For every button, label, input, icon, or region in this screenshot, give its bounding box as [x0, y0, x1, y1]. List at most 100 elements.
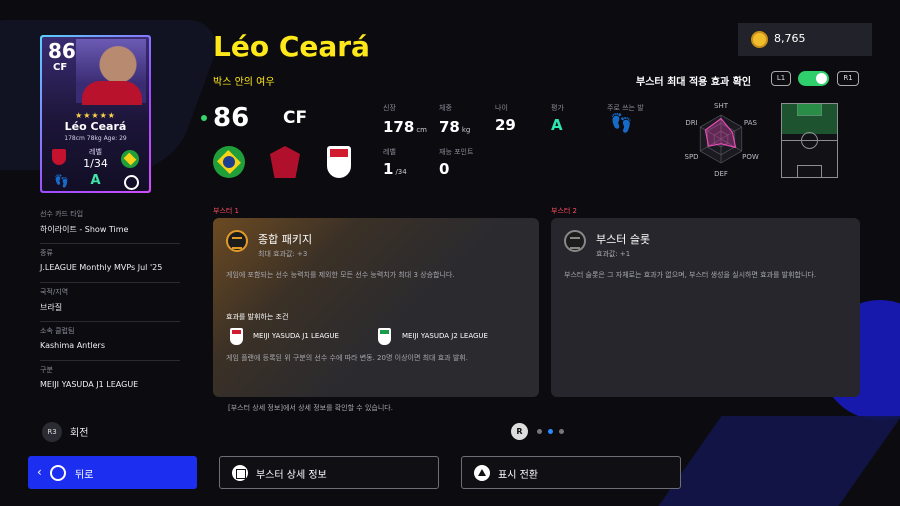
info-value: 브라질 — [40, 303, 63, 312]
league-logo-icon — [327, 146, 351, 178]
info-value: 하이라이트 - Show Time — [40, 225, 129, 234]
r3-button[interactable]: R3 — [42, 422, 62, 442]
info-club: 소속 클럽팀 Kashima Antlers — [40, 322, 180, 361]
player-shirt — [82, 81, 142, 105]
info-label: 소속 클럽팀 — [40, 327, 75, 335]
info-value: Kashima Antlers — [40, 341, 105, 350]
footnote: [부스터 상세 정보]에서 상세 정보를 확인할 수 있습니다. — [228, 404, 393, 412]
main-position: CF — [283, 108, 308, 128]
info-label: 종류 — [40, 249, 53, 257]
booster-package-icon — [226, 230, 248, 252]
condition-league-2: MEIJI YASUDA J2 LEAGUE — [402, 332, 488, 340]
skill-points-label: 재능 포인트 — [439, 148, 474, 156]
card-position: CF — [53, 62, 68, 73]
weight-unit: kg — [461, 126, 471, 134]
booster2-header: 부스터 2 — [551, 207, 577, 215]
circle-button-icon — [50, 465, 66, 481]
grade-label: 평가 — [551, 104, 564, 112]
rotate-label[interactable]: 회전 — [70, 424, 88, 439]
square-button-icon — [232, 465, 248, 481]
condition-title: 효과를 발휘하는 조건 — [226, 313, 289, 321]
booster2-description: 부스터 슬롯은 그 자체로는 효과가 없으며, 부스터 생성을 실시하면 효과를… — [564, 271, 817, 279]
booster1-panel[interactable]: 종합 패키지 최대 효과값: +3 게임에 포함되는 선수 능력치를 제외한 모… — [213, 218, 539, 397]
foot-icon: 👣 — [610, 113, 633, 134]
toggle-view-label: 표시 전환 — [498, 470, 538, 481]
toggle-view-button[interactable]: 표시 전환 — [461, 456, 681, 489]
page-dot[interactable] — [537, 429, 542, 434]
coin-balance: 8,765 — [738, 23, 872, 56]
level-value: 1/34 — [383, 160, 407, 178]
club-crest-icon — [270, 146, 300, 178]
info-nationality: 국적/지역 브라질 — [40, 283, 180, 322]
back-label: 뒤로 — [75, 470, 94, 481]
info-value: J.LEAGUE Monthly MVPs Jul '25 — [40, 263, 163, 272]
j1-league-icon — [230, 328, 243, 345]
info-value: MEIJI YASUDA J1 LEAGUE — [40, 380, 139, 389]
booster2-effect: 효과값: +1 — [596, 250, 631, 258]
booster2-panel[interactable]: 부스터 슬롯 효과값: +1 부스터 슬롯은 그 자체로는 효과가 없으며, 부… — [551, 218, 860, 397]
booster1-header: 부스터 1 — [213, 207, 239, 215]
chevron-left-icon: ‹ — [37, 465, 42, 479]
nation-flag-icon — [121, 150, 139, 168]
radar-label-spd: SPD — [685, 153, 699, 161]
level-max: /34 — [395, 168, 407, 176]
card-meta: 178cm 78kg Age: 29 — [64, 135, 127, 142]
booster1-effect: 최대 효과값: +3 — [258, 250, 308, 258]
l1-button[interactable]: L1 — [771, 71, 791, 86]
coin-icon — [751, 31, 768, 48]
height-label: 신장 — [383, 104, 396, 112]
boost-max-toggle[interactable] — [798, 71, 829, 86]
booster1-description: 게임에 포함되는 선수 능력치를 제외한 모든 선수 능력치가 최대 3 상승합… — [226, 271, 455, 279]
pitch-penalty-box — [797, 165, 822, 177]
card-rating: 86 — [48, 39, 76, 63]
height-number: 178 — [383, 118, 415, 136]
position-pitch-map — [781, 103, 838, 178]
weight-number: 78 — [439, 118, 460, 136]
radar-label-dri: DRI — [685, 119, 697, 127]
height-value: 178 cm — [383, 118, 427, 136]
radar-label-pow: POW — [742, 153, 759, 161]
condition-league-1: MEIJI YASUDA J1 LEAGUE — [253, 332, 339, 340]
age-value: 29 — [495, 116, 516, 134]
radar-label-sht: SHT — [714, 102, 729, 110]
info-series: 종류 J.LEAGUE Monthly MVPs Jul '25 — [40, 244, 180, 283]
info-label: 구분 — [40, 366, 53, 374]
coin-value: 8,765 — [774, 32, 806, 45]
page-dot[interactable] — [559, 429, 564, 434]
triangle-button-icon — [474, 465, 490, 481]
pitch-center-circle — [801, 132, 818, 149]
card-name: Léo Ceará — [64, 120, 127, 133]
booster1-name: 종합 패키지 — [258, 233, 313, 246]
booster-detail-button[interactable]: 부스터 상세 정보 — [219, 456, 439, 489]
back-button[interactable]: ‹ 뒤로 — [28, 456, 197, 489]
height-unit: cm — [416, 126, 427, 134]
booster-slot-icon — [564, 230, 586, 252]
info-label: 선수 카드 타입 — [40, 210, 84, 218]
page-dot-active[interactable] — [548, 429, 553, 434]
grade-value: A — [551, 116, 563, 134]
card-stars: ★★★★★ — [75, 111, 116, 120]
skill-points-value: 0 — [439, 160, 450, 178]
player-info-list: 선수 카드 타입 하이라이트 - Show Time 종류 J.LEAGUE M… — [40, 205, 180, 400]
pitch-zone-secondary — [782, 104, 837, 134]
weight-value: 78 kg — [439, 118, 470, 136]
player-name-title: Léo Ceará — [213, 30, 370, 63]
radar-label-pas: PAS — [744, 119, 758, 127]
info-league: 구분 MEIJI YASUDA J1 LEAGUE — [40, 361, 180, 400]
overall-rating: 86 — [213, 103, 250, 133]
info-card-type: 선수 카드 타입 하이라이트 - Show Time — [40, 205, 180, 244]
condition-description: 게임 플랜에 등록된 위 구분의 선수 수에 따라 변동. 20명 이상이면 최… — [226, 354, 468, 362]
status-dot — [201, 115, 207, 121]
boost-max-label: 부스터 최대 적용 효과 확인 — [636, 77, 752, 88]
player-subtitle: 박스 안의 여우 — [213, 77, 275, 88]
weight-label: 체중 — [439, 104, 452, 112]
r-stick-button[interactable]: R — [511, 423, 528, 440]
level-number: 1 — [383, 160, 394, 178]
radar-label-def: DEF — [714, 170, 728, 178]
stats-radar-chart: SHT PAS POW DEF SPD DRI — [685, 102, 759, 178]
r1-button[interactable]: R1 — [837, 71, 859, 86]
age-label: 나이 — [495, 104, 508, 112]
booster-detail-label: 부스터 상세 정보 — [256, 470, 327, 481]
info-label: 국적/지역 — [40, 288, 69, 296]
j2-league-icon — [378, 328, 391, 345]
